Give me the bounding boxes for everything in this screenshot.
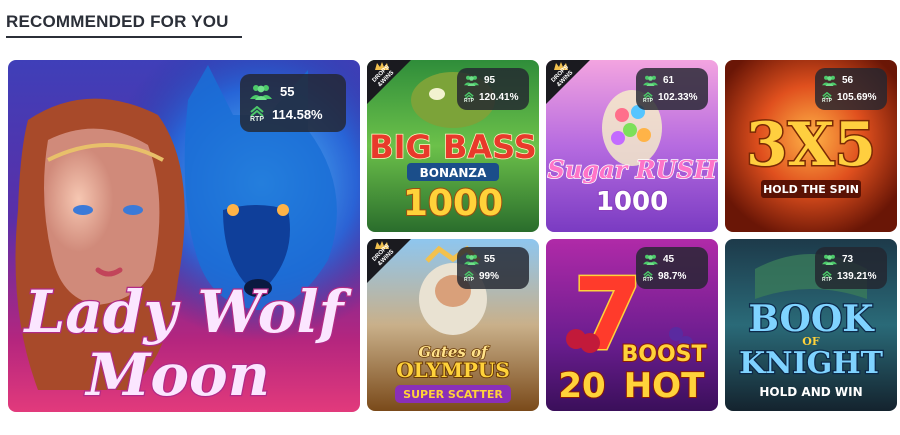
rtp-label: RTP xyxy=(250,116,264,123)
game-logo-line-1: BIG BASS xyxy=(369,128,537,166)
players-count: 55 xyxy=(484,254,496,265)
game-logo-line-2: 1000 xyxy=(596,187,668,217)
game-tile-big-bass-bonanza-1000[interactable]: BIG BASS BONANZA 1000 DROPS &WINS 95 RTP … xyxy=(367,60,539,232)
game-tile-book-of-knight[interactable]: BOOK OF KNIGHT HOLD AND WIN 73 RTP 139.2… xyxy=(725,239,897,411)
section-title-underline xyxy=(6,36,242,38)
game-logo-line-4: HOLD AND WIN xyxy=(759,385,862,399)
rtp-label: RTP xyxy=(464,97,474,104)
game-logo-line-1: Sugar RUSH xyxy=(548,155,718,184)
rtp-label: RTP xyxy=(822,276,832,283)
players-count: 56 xyxy=(842,75,854,86)
rtp-label: RTP xyxy=(643,276,653,283)
rtp-value: 114.58% xyxy=(272,107,323,122)
game-tile-20-boost-hot[interactable]: 7 20 BOOST HOT 45 RTP 98.7% xyxy=(546,239,718,411)
players-icon xyxy=(643,75,658,86)
game-logo-line-2: HOLD THE SPIN xyxy=(763,183,859,196)
players-count: 61 xyxy=(663,75,675,86)
game-stats-badge: 61 RTP 102.33% xyxy=(636,68,708,110)
game-logo-line-2: OLYMPUS xyxy=(396,358,510,382)
rtp-value: 139.21% xyxy=(837,271,877,282)
rtp-up-arrow-icon: RTP xyxy=(643,91,653,104)
game-stats-badge: 55 RTP 99% xyxy=(457,247,529,289)
rtp-label: RTP xyxy=(464,276,474,283)
rtp-label: RTP xyxy=(643,97,653,104)
rtp-up-arrow-icon: RTP xyxy=(464,270,474,283)
game-logo-line-3: SUPER SCATTER xyxy=(403,388,503,401)
section-title: RECOMMENDED FOR YOU xyxy=(6,12,229,31)
rtp-up-arrow-icon: RTP xyxy=(464,91,474,104)
players-count: 45 xyxy=(663,254,675,265)
rtp-value: 98.7% xyxy=(658,271,687,282)
players-icon xyxy=(822,254,837,265)
players-icon xyxy=(250,84,272,100)
rtp-up-arrow-icon: RTP xyxy=(822,91,832,104)
players-icon xyxy=(464,75,479,86)
rtp-value: 105.69% xyxy=(837,92,877,103)
game-logo-line-1: BOOK xyxy=(748,298,875,340)
rtp-up-arrow-icon: RTP xyxy=(250,106,264,123)
game-logo-line-3: BOOST xyxy=(621,342,706,367)
players-icon xyxy=(822,75,837,86)
game-logo-line-2: BONANZA xyxy=(420,166,487,180)
game-stats-badge: 73 RTP 139.21% xyxy=(815,247,887,289)
game-tile-gates-of-olympus-super-scatter[interactable]: Gates of OLYMPUS SUPER SCATTER DROPS &WIN… xyxy=(367,239,539,411)
players-count: 55 xyxy=(280,84,295,99)
game-stats-badge: 55 RTP 114.58% xyxy=(240,74,346,132)
players-count: 95 xyxy=(484,75,496,86)
players-count: 73 xyxy=(842,254,854,265)
game-stats-badge: 95 RTP 120.41% xyxy=(457,68,529,110)
game-logo-line-4: HOT xyxy=(624,366,705,406)
game-logo-line-2: Moon xyxy=(84,341,270,409)
game-tile-sugar-rush-1000[interactable]: Sugar RUSH 1000 DROPS &WINS 61 RTP 102.33… xyxy=(546,60,718,232)
rtp-value: 120.41% xyxy=(479,92,519,103)
game-tile-lady-wolf-moon[interactable]: Lady Wolf Moon 55 RTP 114.58% xyxy=(8,60,360,412)
rtp-value: 99% xyxy=(479,271,500,282)
game-logo-line-3: KNIGHT xyxy=(739,346,883,381)
players-icon xyxy=(464,254,479,265)
game-stats-badge: 56 RTP 105.69% xyxy=(815,68,887,110)
players-icon xyxy=(643,254,658,265)
game-logo-line-1: 3X5 xyxy=(746,110,876,180)
game-tile-3x5-hold-the-spin[interactable]: 3X5 HOLD THE SPIN 56 RTP 105.69% xyxy=(725,60,897,232)
rtp-up-arrow-icon: RTP xyxy=(822,270,832,283)
game-stats-badge: 45 RTP 98.7% xyxy=(636,247,708,289)
rtp-up-arrow-icon: RTP xyxy=(643,270,653,283)
game-logo-line-1: Lady Wolf xyxy=(23,278,353,346)
game-logo-line-2: 20 xyxy=(558,366,605,406)
game-logo-line-3: 1000 xyxy=(403,183,503,224)
rtp-value: 102.33% xyxy=(658,92,698,103)
rtp-label: RTP xyxy=(822,97,832,104)
